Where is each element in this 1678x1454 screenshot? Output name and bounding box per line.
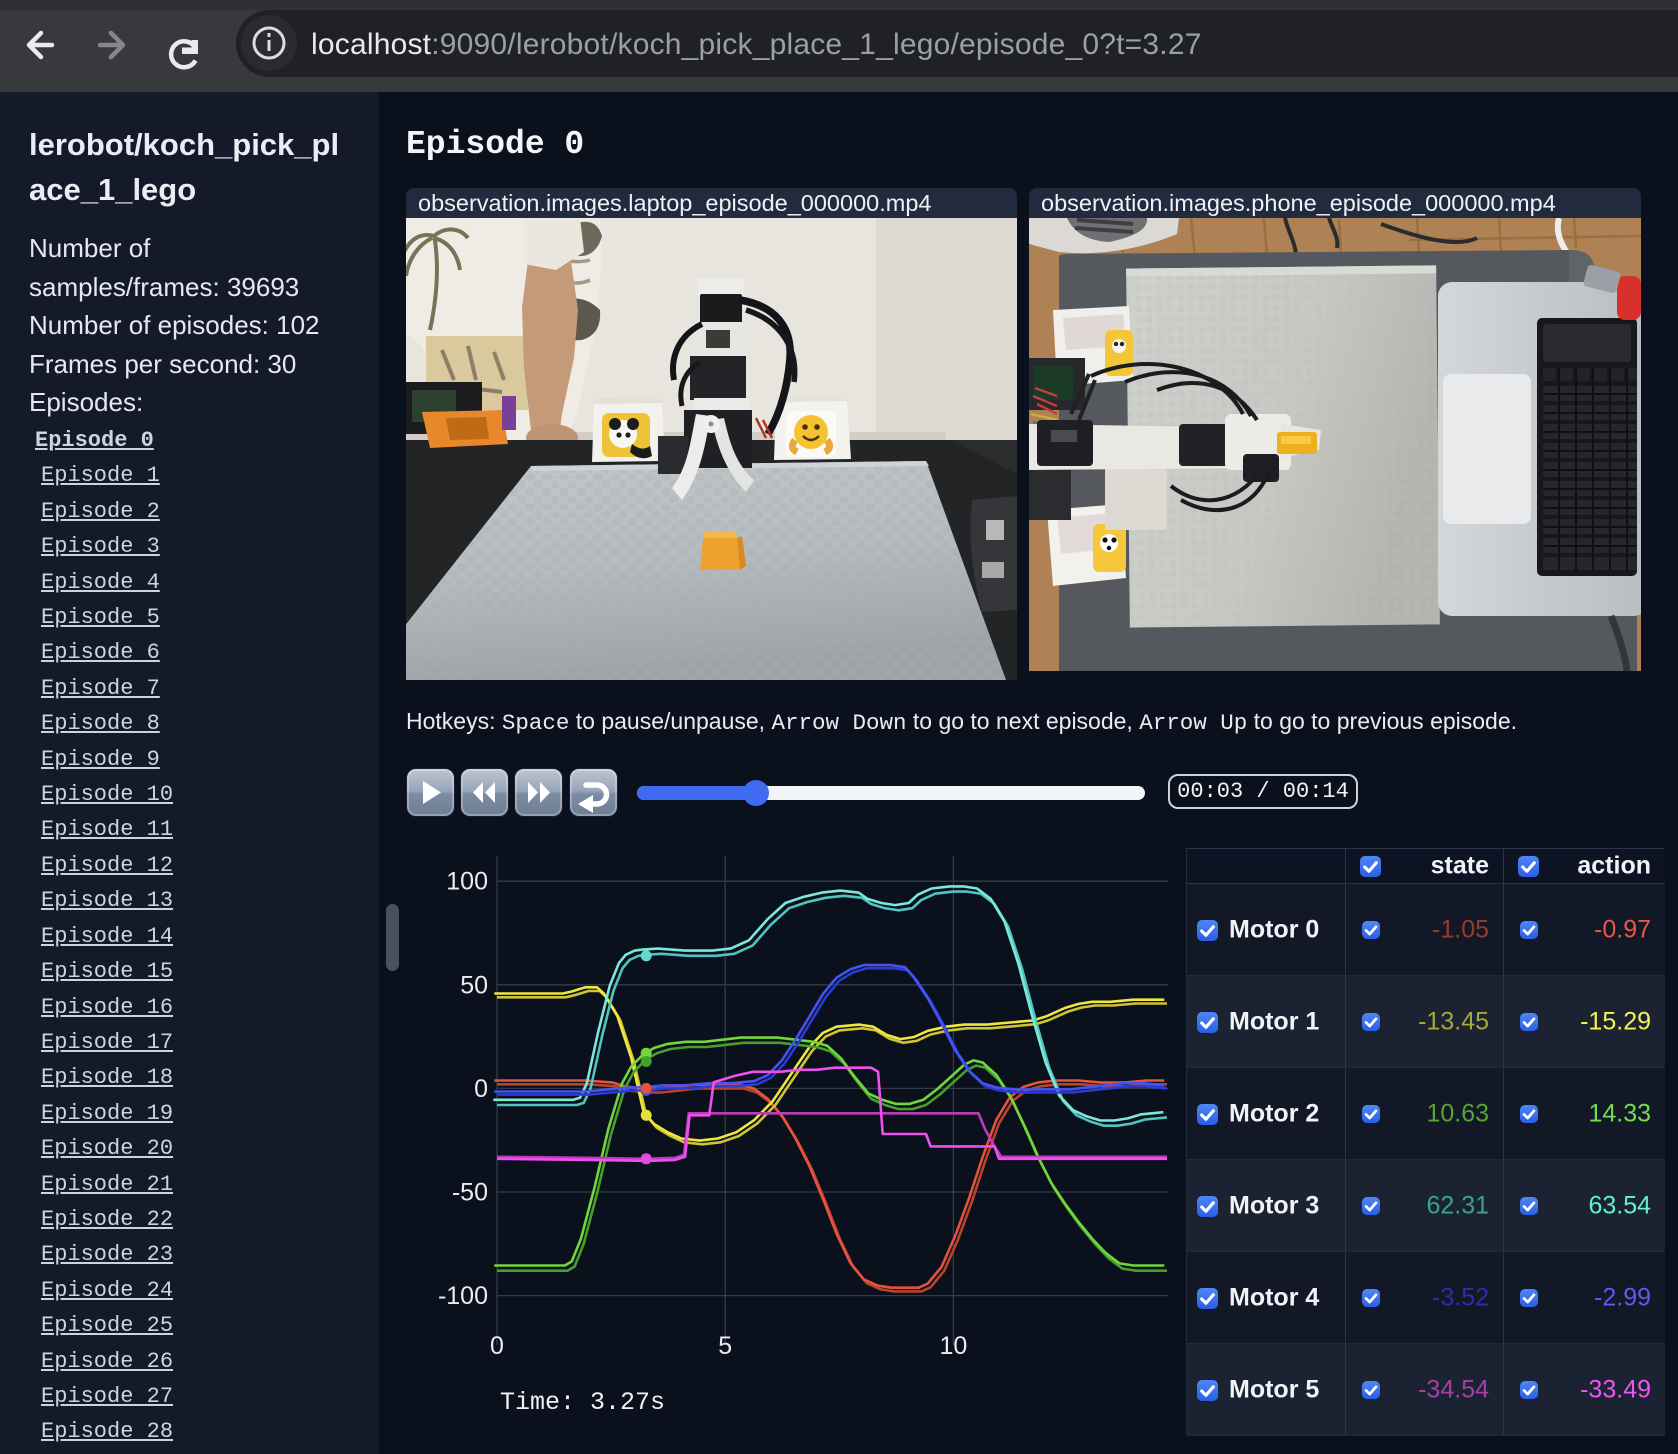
svg-text:100: 100	[446, 868, 488, 896]
svg-text:5: 5	[718, 1332, 732, 1360]
svg-text:-50: -50	[452, 1179, 488, 1207]
svg-text:0: 0	[490, 1332, 504, 1360]
svg-text:50: 50	[460, 971, 488, 999]
svg-text:0: 0	[474, 1075, 488, 1103]
svg-text:-100: -100	[438, 1282, 488, 1310]
svg-text:10: 10	[939, 1332, 967, 1360]
